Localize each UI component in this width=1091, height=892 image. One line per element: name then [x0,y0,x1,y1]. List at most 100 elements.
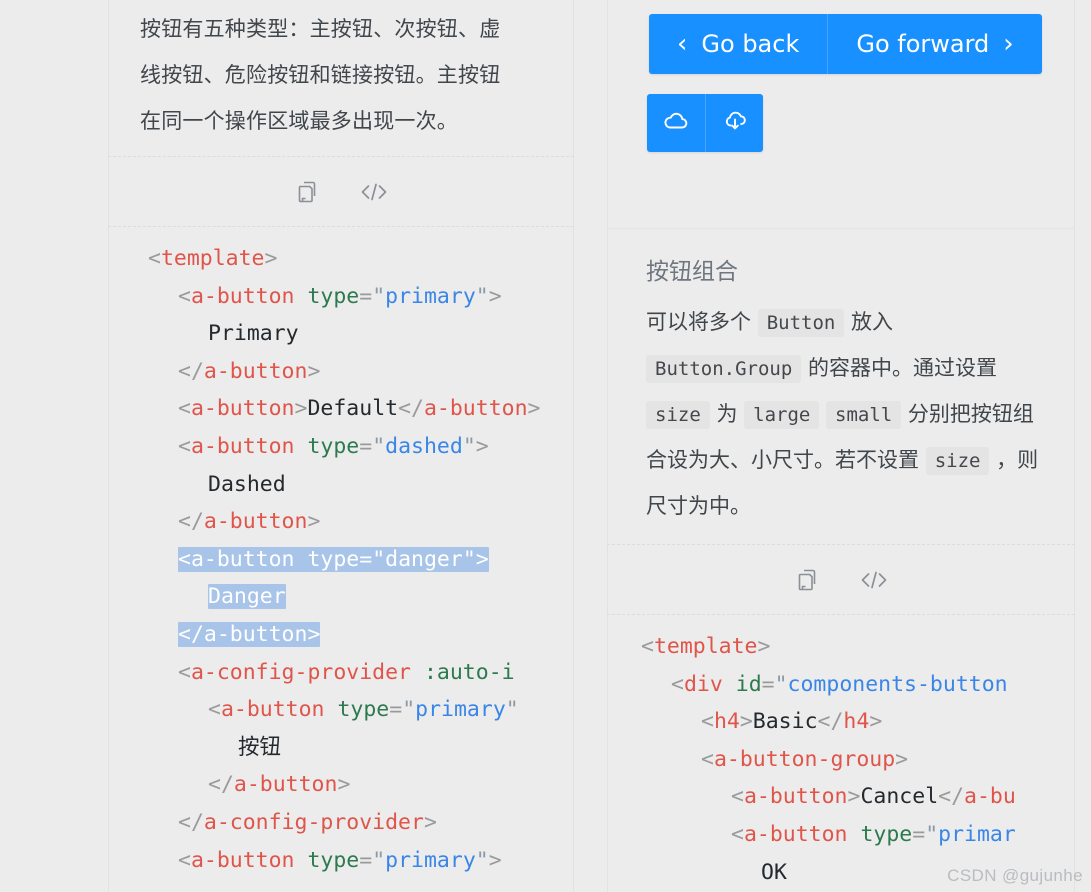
code-token: < [178,847,191,873]
code-token: < [701,709,714,735]
code-token: < [178,283,191,309]
go-back-button[interactable]: ‹ Go back [649,14,828,74]
code-token: </ [178,621,204,647]
code-token: a-button [190,546,295,572]
code-token: h4 [843,709,870,735]
cloud-download-icon [721,108,749,139]
button-group-paragraph: 可以将多个 Button 放入 Button.Group 的容器中。通过设置 s… [646,300,1046,529]
code-token: = [359,847,373,873]
go-forward-button[interactable]: Go forward › [827,14,1042,74]
code-line: </a-button> [148,353,573,391]
inline-code: small [826,401,902,429]
description-line-2: 线按钮、危险按钮和链接按钮。主按钮 [140,63,501,87]
code-token: < [178,659,191,685]
code-token: </ [178,509,204,535]
code-token: > [307,358,321,384]
code-line: <template> [148,240,573,278]
code-token: " [475,283,489,309]
code-token: " [475,847,489,873]
code-line: <a-button type="primary" [148,691,573,729]
code-token: </ [178,358,204,384]
code-token: = [761,671,775,697]
code-token: Cancel [860,784,939,810]
right-demo-toolbar [607,544,1075,615]
code-token: a-button [203,509,308,535]
code-token: > [337,772,351,798]
code-line: Dashed [148,466,573,504]
code-token: > [475,546,489,572]
code-token: </ [938,784,965,810]
code-token: primary [385,847,476,873]
code-token: > [488,283,502,309]
code-token: type [337,697,390,723]
paragraph-text: 放入 [844,310,894,334]
code-line: <h4>Basic</h4> [641,703,1074,741]
right-code-block[interactable]: <template> <div id="components-button <h4>… [608,628,1074,892]
code-line: <a-button>Default</a-button> [148,390,573,428]
code-token: > [423,809,437,835]
code-token: </ [817,709,844,735]
code-icon[interactable] [859,565,889,595]
code-token: Primary [208,321,299,347]
description-line-3: 在同一个操作区域最多出现一次。 [140,109,458,133]
paragraph-text [819,402,826,426]
code-token: < [208,697,221,723]
cloud-button[interactable] [647,94,705,152]
code-token: < [641,634,654,659]
copy-icon[interactable] [793,565,823,595]
code-token: " [402,697,416,723]
csdn-watermark: CSDN @gujunhe [947,866,1083,885]
paragraph-text: 通过设置 [912,356,997,380]
code-token: > [475,433,489,459]
paragraph-text: 的容器中。 [801,356,913,380]
code-token: div [683,671,723,697]
code-token: " [774,671,788,697]
code-token: type [307,546,360,572]
code-token: " [925,821,939,847]
code-token: > [294,396,308,422]
code-token: > [307,621,321,647]
code-token: Default [307,396,399,422]
code-token: < [701,746,714,772]
code-token: Dashed [208,471,286,497]
left-demo-toolbar [108,156,574,227]
code-token: template [160,246,265,271]
code-token: Danger [208,584,286,610]
code-token: type [307,283,360,309]
description-line-1: 按钮有五种类型：主按钮、次按钮、虚 [140,17,501,41]
code-token: < [178,546,191,572]
code-token: type [307,847,360,873]
code-token: " [372,433,386,459]
code-line: <a-button type="primary"> [148,278,573,316]
code-token: a-config-provider [190,659,412,685]
code-token: " [372,546,386,572]
code-token: dashed [385,433,463,459]
left-code-block[interactable]: <template> <a-button type="primary"> Prima… [109,240,573,892]
code-token: </ [208,772,234,798]
code-token: > [488,847,502,873]
code-line: Danger [148,578,573,616]
code-token: a-button-group [713,746,896,772]
code-token: < [731,821,744,847]
code-token: id [735,671,762,697]
code-line: <a-button type="danger"> [148,541,573,579]
code-line: <a-config-provider :auto-i [148,654,573,692]
code-token: " [372,847,386,873]
copy-icon[interactable] [293,177,323,207]
button-types-description: 按钮有五种类型：主按钮、次按钮、虚 线按钮、危险按钮和链接按钮。主按钮 在同一个… [140,6,550,144]
inline-code: size [925,447,990,475]
cloud-button-group [647,94,763,152]
code-token: a-button [423,396,528,422]
code-token: = [912,821,926,847]
code-icon[interactable] [359,177,389,207]
inline-code: size [646,401,710,429]
code-token: > [847,784,861,810]
cloud-download-button[interactable] [705,94,763,152]
go-forward-label: Go forward [856,30,990,58]
code-token: a-config-provider [203,809,424,835]
inline-code: large [744,401,820,429]
